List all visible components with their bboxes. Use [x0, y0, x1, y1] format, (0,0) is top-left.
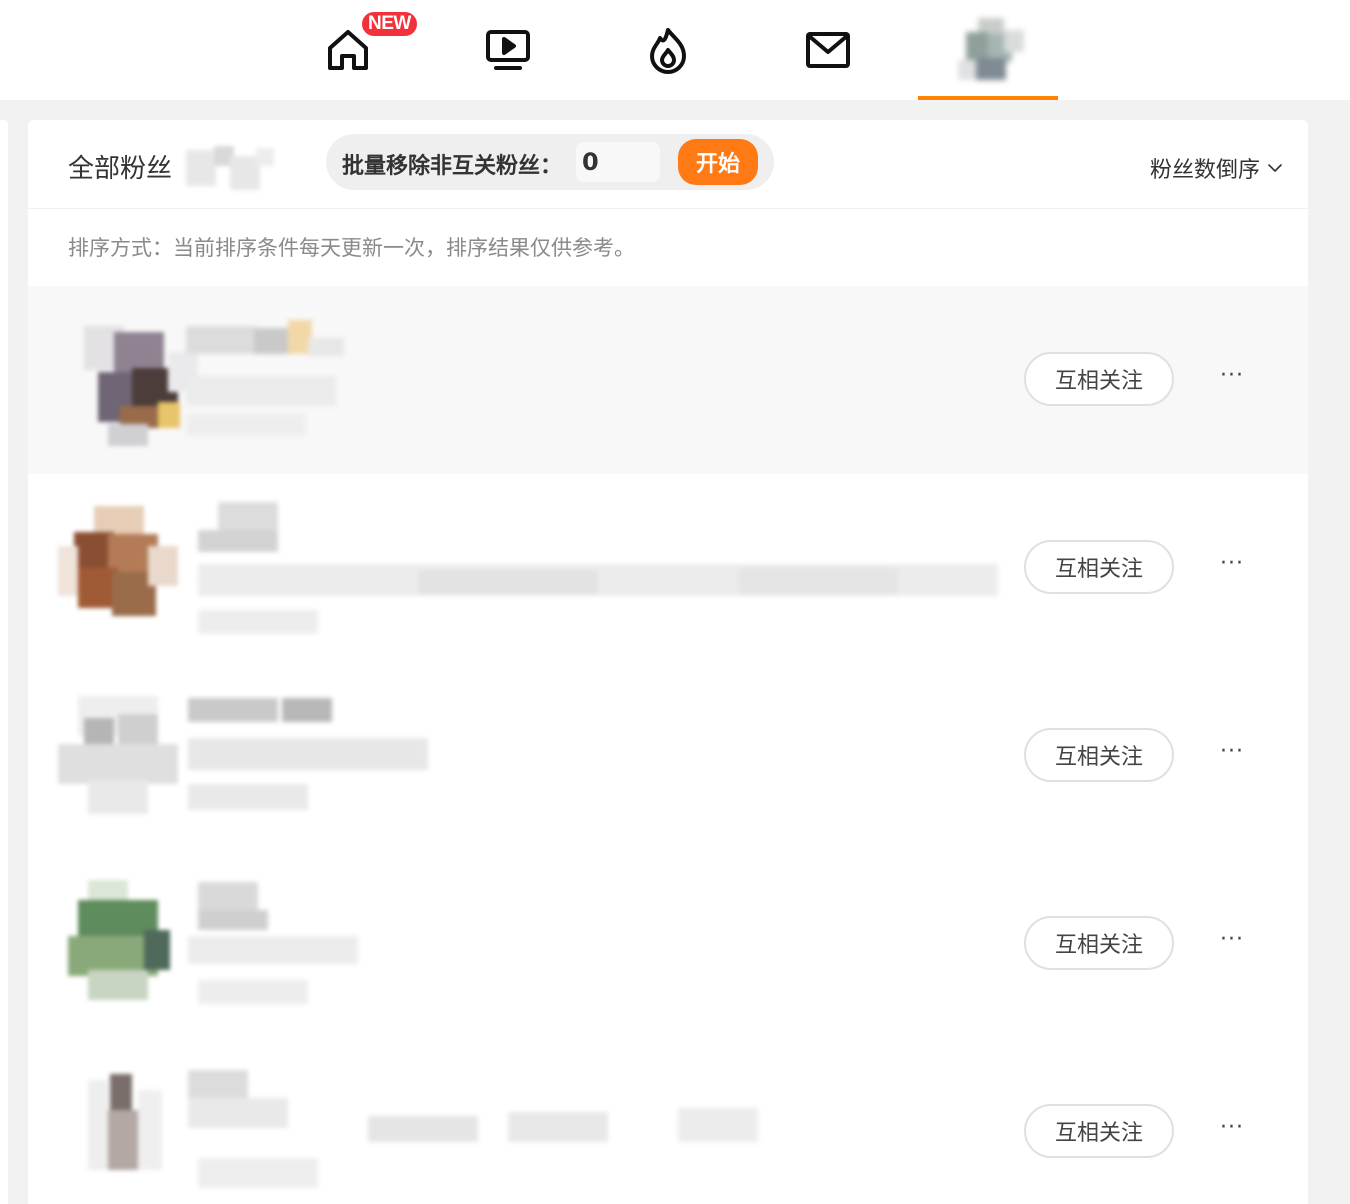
fans-count-redacted [186, 146, 278, 192]
hot-icon [650, 28, 686, 74]
fan-row[interactable]: 互相关注 ··· [28, 850, 1308, 1038]
batch-remove-count-input[interactable] [576, 142, 660, 182]
fan-row[interactable]: 互相关注 ··· [28, 662, 1308, 850]
nav-video[interactable] [438, 0, 578, 100]
mutual-follow-button[interactable]: 互相关注 [1024, 728, 1174, 782]
fans-card: 全部粉丝 批量移除非互关粉丝： 开始 粉丝数倒序 排序方式：当前排序条件每天更新… [28, 120, 1308, 1204]
mutual-follow-button[interactable]: 互相关注 [1024, 1104, 1174, 1158]
sort-dropdown[interactable]: 粉丝数倒序 [1150, 152, 1284, 184]
start-button[interactable]: 开始 [678, 139, 758, 185]
fan-name-redacted[interactable] [178, 494, 1018, 634]
mutual-follow-button[interactable]: 互相关注 [1024, 352, 1174, 406]
avatar [948, 10, 1028, 90]
fan-row[interactable]: 互相关注 ··· [28, 286, 1308, 474]
fan-name-redacted[interactable] [178, 688, 438, 828]
fan-avatar[interactable] [48, 684, 188, 824]
fan-name-redacted[interactable] [178, 1058, 778, 1204]
mail-icon [806, 32, 850, 68]
fan-name-redacted[interactable] [178, 876, 398, 1016]
fan-avatar[interactable] [48, 502, 188, 642]
fan-avatar[interactable] [48, 1060, 188, 1200]
more-options-icon[interactable]: ··· [1214, 1112, 1250, 1142]
new-badge: NEW [362, 12, 417, 36]
batch-remove-box: 批量移除非互关粉丝： 开始 [326, 134, 774, 190]
home-icon [328, 30, 368, 70]
video-icon [486, 30, 530, 70]
fan-row[interactable]: 互相关注 ··· [28, 1038, 1308, 1204]
chevron-down-icon [1268, 164, 1282, 172]
nav-hot[interactable] [598, 0, 738, 100]
nav-profile[interactable] [918, 0, 1058, 100]
mutual-follow-button[interactable]: 互相关注 [1024, 540, 1174, 594]
all-fans-title: 全部粉丝 [68, 154, 173, 184]
sort-note: 排序方式：当前排序条件每天更新一次，排序结果仅供参考。 [68, 236, 635, 260]
fan-list: 互相关注 ··· 互相关注 ··· 互相关注 ··· 互相关注 ··· 互相关注… [28, 286, 1308, 1204]
more-options-icon[interactable]: ··· [1214, 360, 1250, 390]
more-options-icon[interactable]: ··· [1214, 924, 1250, 954]
sort-label: 粉丝数倒序 [1149, 158, 1260, 183]
mutual-follow-button[interactable]: 互相关注 [1024, 916, 1174, 970]
fan-name-redacted[interactable] [178, 314, 358, 444]
fans-header: 全部粉丝 批量移除非互关粉丝： 开始 粉丝数倒序 [28, 120, 1308, 209]
more-options-icon[interactable]: ··· [1214, 736, 1250, 766]
more-options-icon[interactable]: ··· [1214, 548, 1250, 578]
nav-mail[interactable] [758, 0, 898, 100]
batch-remove-label: 批量移除非互关粉丝： [342, 154, 563, 179]
fan-row[interactable]: 互相关注 ··· [28, 474, 1308, 662]
top-nav: NEW [0, 0, 1350, 100]
left-panel-edge [0, 120, 8, 1204]
fan-avatar[interactable] [48, 870, 188, 1010]
